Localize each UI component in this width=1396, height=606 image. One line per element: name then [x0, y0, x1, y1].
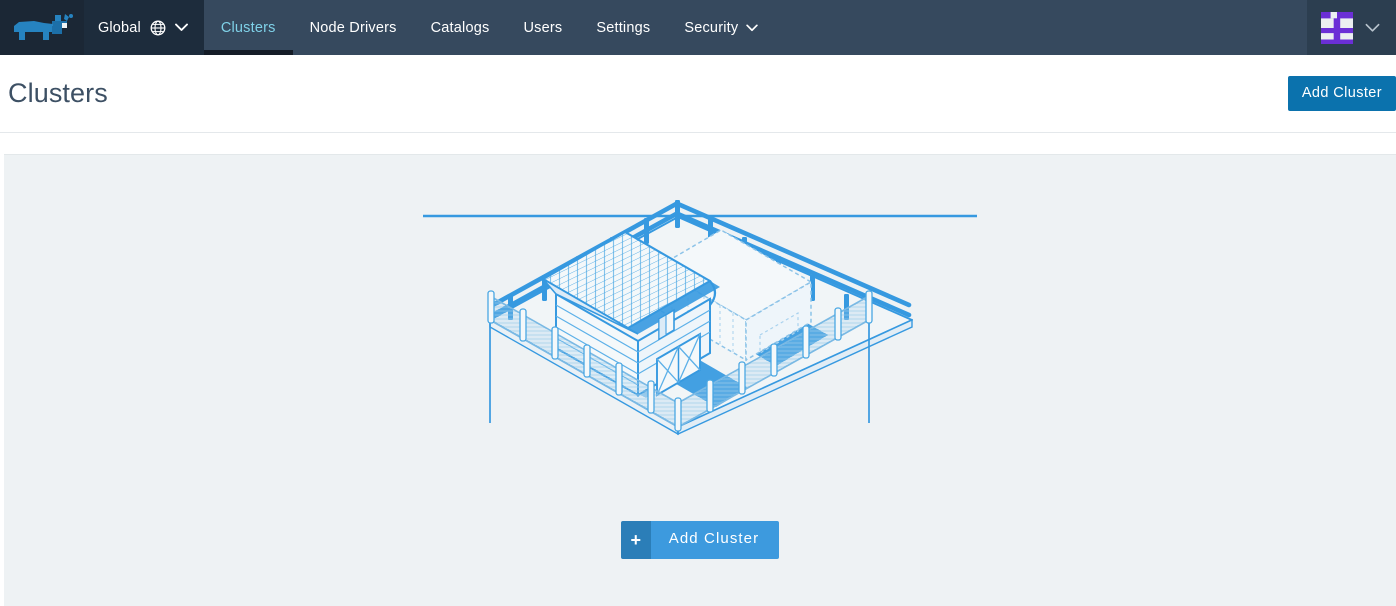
nav-item-users-label: Users — [523, 19, 563, 36]
isometric-farm-barn-illustration — [423, 200, 977, 436]
cluster-picker-label: Global — [98, 19, 141, 36]
nav-item-users[interactable]: Users — [506, 0, 579, 55]
nav-item-security-label: Security — [684, 19, 739, 36]
nav-item-settings-label: Settings — [596, 19, 651, 36]
clusters-empty-state-panel: + Add Cluster — [4, 154, 1396, 606]
header-divider — [0, 132, 1396, 133]
nav-item-security[interactable]: Security — [667, 0, 775, 55]
rancher-cow-logo — [14, 13, 73, 40]
plus-icon: + — [620, 521, 651, 559]
primary-nav: Clusters Node Drivers Catalogs Users Set… — [203, 0, 1307, 55]
nav-item-settings[interactable]: Settings — [579, 0, 667, 55]
nav-item-catalogs-label: Catalogs — [430, 19, 490, 36]
chevron-down-icon — [174, 23, 188, 31]
add-cluster-button-label: Add Cluster — [650, 521, 780, 559]
nav-item-catalogs[interactable]: Catalogs — [414, 0, 507, 55]
user-menu[interactable] — [1307, 0, 1396, 55]
top-navbar: Global Clusters Node Drivers Catalogs Us… — [0, 0, 1396, 55]
page-header: Clusters Add Cluster — [0, 55, 1396, 132]
nav-item-node-drivers[interactable]: Node Drivers — [293, 0, 414, 55]
chevron-down-icon — [746, 23, 759, 31]
chevron-down-icon — [1365, 23, 1380, 32]
globe-icon — [150, 20, 166, 35]
add-cluster-header-button[interactable]: Add Cluster — [1287, 76, 1396, 111]
user-avatar-identicon — [1321, 11, 1353, 44]
global-cluster-picker[interactable]: Global — [84, 0, 204, 55]
empty-state-illustration-wrap — [4, 155, 1396, 485]
page-title: Clusters — [8, 78, 108, 108]
nav-item-clusters[interactable]: Clusters — [203, 0, 293, 55]
nav-item-clusters-label: Clusters — [220, 19, 276, 36]
empty-state-cta: + Add Cluster — [4, 521, 1396, 559]
nav-item-node-drivers-label: Node Drivers — [309, 19, 397, 36]
rancher-logo[interactable] — [0, 0, 84, 55]
add-cluster-button[interactable]: + Add Cluster — [620, 521, 780, 559]
